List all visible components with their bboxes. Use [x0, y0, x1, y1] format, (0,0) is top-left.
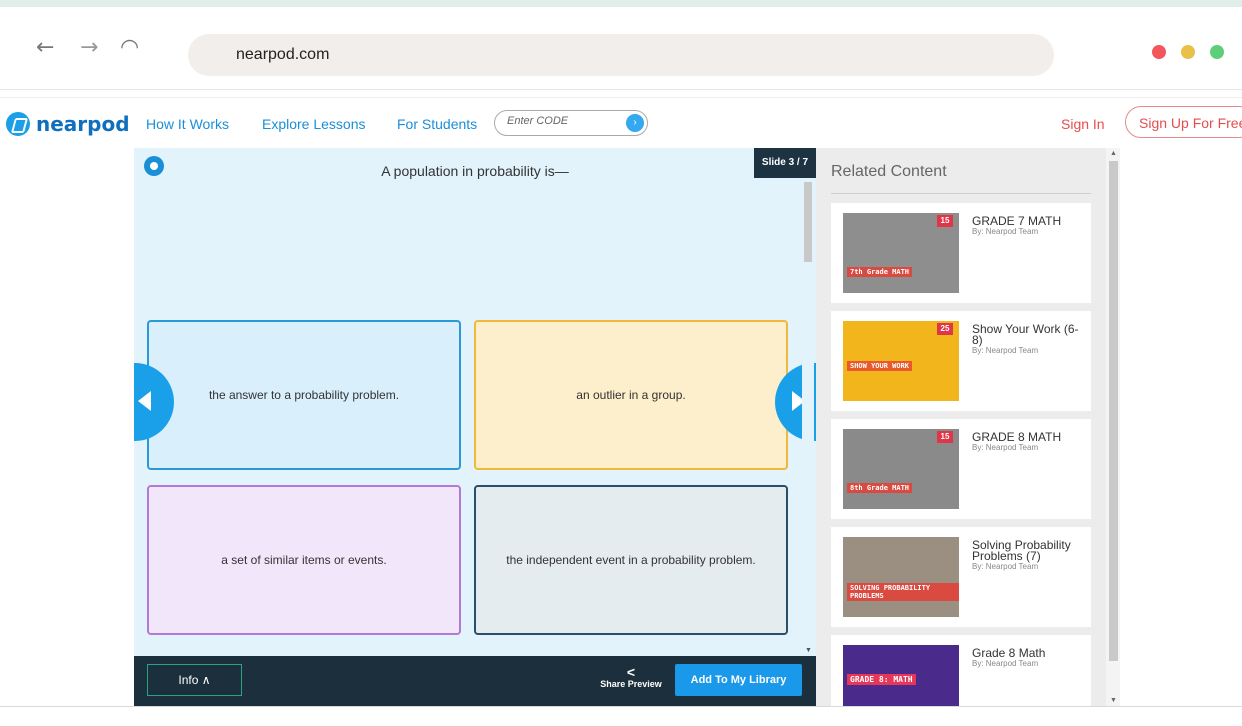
answer-option-3[interactable]: a set of similar items or events.	[147, 485, 461, 635]
card-author: By: Nearpod Team	[972, 443, 1039, 452]
answer-option-1[interactable]: the answer to a probability problem.	[147, 320, 461, 470]
scroll-down-icon[interactable]: ▼	[805, 647, 812, 654]
lesson-thumbnail: 15 8th Grade MATH	[843, 429, 959, 509]
thumbnail-label: 7th Grade MATH	[847, 267, 913, 277]
lesson-count-badge: 15	[937, 215, 953, 227]
card-title-text: GRADE 8 MATH	[972, 430, 1062, 444]
related-scrollbar[interactable]: ▲ ▼	[1106, 148, 1120, 706]
nav-explore-lessons[interactable]: Explore Lessons	[262, 116, 366, 132]
scroll-up-icon[interactable]: ▲	[1110, 150, 1117, 157]
preview-footer: Info ∧ < Share Preview Add To My Library	[134, 656, 816, 706]
answer-option-4[interactable]: the independent event in a probability p…	[474, 485, 788, 635]
answer-text: the independent event in a probability p…	[506, 553, 756, 567]
join-go-icon[interactable]: ›	[626, 114, 644, 132]
lesson-count-badge: 15	[937, 431, 953, 443]
slide-scrollbar[interactable]: ▼	[802, 178, 814, 656]
nearpod-logo[interactable]: nearpod	[6, 112, 130, 136]
related-content-title: Related Content	[831, 163, 947, 180]
info-button[interactable]: Info ∧	[147, 664, 242, 696]
card-title-text: Show Your Work (6-8)	[972, 322, 1079, 347]
related-divider	[831, 193, 1091, 194]
related-scrollbar-thumb[interactable]	[1109, 161, 1118, 661]
card-title-text: Grade 8 Math	[972, 646, 1046, 660]
nearpod-logo-icon	[6, 112, 30, 136]
thumbnail-label: 8th Grade MATH	[847, 483, 913, 493]
url-text: nearpod.com	[236, 46, 330, 63]
card-author: By: Nearpod Team	[972, 346, 1039, 355]
answer-text: a set of similar items or events.	[221, 553, 387, 567]
related-content-panel: Related Content 15 7th Grade MATH GRADE …	[816, 148, 1106, 706]
related-card[interactable]: 15 8th Grade MATH GRADE 8 MATH By: Nearp…	[831, 419, 1091, 519]
back-arrow-icon[interactable]: ←	[36, 37, 54, 59]
related-card[interactable]: 15 7th Grade MATH GRADE 7 MATH By: Nearp…	[831, 203, 1091, 303]
card-title-text: Solving Probability Problems (7)	[972, 538, 1071, 563]
scroll-down-icon[interactable]: ▼	[1110, 697, 1117, 704]
nav-how-it-works[interactable]: How It Works	[146, 116, 229, 132]
thumbnail-label: SHOW YOUR WORK	[847, 361, 913, 371]
slide-scrollbar-thumb[interactable]	[804, 182, 812, 262]
logo-text: nearpod	[36, 112, 130, 136]
card-author: By: Nearpod Team	[972, 227, 1039, 236]
card-title-text: GRADE 7 MATH	[972, 214, 1062, 228]
card-title: Grade 8 Math By: Nearpod Team	[972, 646, 1084, 669]
thumbnail-label: SOLVING PROBABILITY PROBLEMS	[847, 583, 959, 601]
answer-text: an outlier in a group.	[576, 388, 686, 402]
card-title: Solving Probability Problems (7) By: Nea…	[972, 538, 1084, 572]
lesson-thumbnail: SOLVING PROBABILITY PROBLEMS	[843, 537, 959, 617]
add-to-library-button[interactable]: Add To My Library	[675, 664, 802, 696]
related-card[interactable]: 25 SHOW YOUR WORK Show Your Work (6-8) B…	[831, 311, 1091, 411]
card-title: GRADE 7 MATH By: Nearpod Team	[972, 214, 1084, 237]
reload-icon[interactable]: ◠	[120, 37, 139, 59]
window-maximize-dot[interactable]	[1210, 45, 1224, 59]
join-code-box: ›	[494, 110, 648, 136]
share-icon: <	[626, 664, 636, 680]
sign-up-button[interactable]: Sign Up For Free	[1125, 106, 1242, 138]
window-close-dot[interactable]	[1152, 45, 1166, 59]
answer-text: the answer to a probability problem.	[208, 388, 400, 402]
bottom-divider	[0, 706, 1242, 707]
card-title: GRADE 8 MATH By: Nearpod Team	[972, 430, 1084, 453]
share-preview-button[interactable]: < Share Preview	[594, 665, 668, 689]
lesson-thumbnail: GRADE 8: MATH	[843, 645, 959, 706]
answer-option-2[interactable]: an outlier in a group.	[474, 320, 788, 470]
forward-arrow-icon[interactable]: →	[80, 37, 98, 59]
nav-for-students[interactable]: For Students	[397, 116, 477, 132]
question-text: A population in probability is—	[381, 163, 569, 179]
chevron-left-icon	[138, 391, 151, 411]
slide-counter: Slide 3 / 7	[754, 148, 816, 178]
card-author: By: Nearpod Team	[972, 562, 1039, 571]
window-minimize-dot[interactable]	[1181, 45, 1195, 59]
share-label: Share Preview	[600, 679, 662, 689]
lesson-thumbnail: 15 7th Grade MATH	[843, 213, 959, 293]
lesson-thumbnail: 25 SHOW YOUR WORK	[843, 321, 959, 401]
lesson-slide: A population in probability is— Slide 3 …	[134, 148, 816, 656]
join-code-input[interactable]	[505, 114, 619, 128]
chrome-divider	[0, 89, 1242, 90]
thumbnail-label: GRADE 8: MATH	[847, 674, 916, 685]
lesson-count-badge: 25	[937, 323, 953, 335]
address-bar[interactable]: nearpod.com	[188, 34, 1054, 76]
browser-chrome: ← → ◠ nearpod.com	[0, 7, 1242, 89]
related-card[interactable]: SOLVING PROBABILITY PROBLEMS Solving Pro…	[831, 527, 1091, 627]
card-title: Show Your Work (6-8) By: Nearpod Team	[972, 322, 1084, 356]
sign-in-link[interactable]: Sign In	[1061, 116, 1105, 132]
related-card[interactable]: GRADE 8: MATH Grade 8 Math By: Nearpod T…	[831, 635, 1091, 706]
site-header: nearpod How It Works Explore Lessons For…	[0, 97, 1242, 148]
card-author: By: Nearpod Team	[972, 659, 1039, 668]
top-strip	[0, 0, 1242, 7]
